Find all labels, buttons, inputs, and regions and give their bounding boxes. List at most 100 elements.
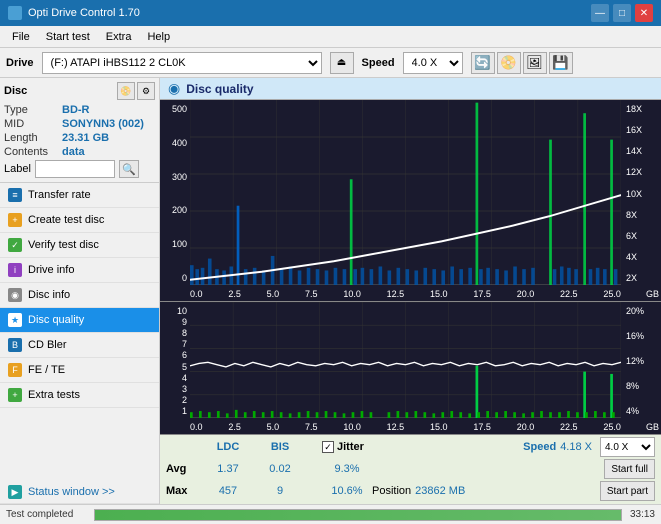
upper-chart-svg (190, 100, 621, 285)
speed-dropdown[interactable]: 4.0 X (600, 437, 655, 457)
sidebar: Disc 📀 ⚙ Type BD-R MID SONYNN3 (002) Len… (0, 78, 160, 504)
disc-info-icon: ◉ (8, 288, 22, 302)
cd-bler-label: CD Bler (28, 339, 67, 351)
drive-bar: Drive (F:) ATAPI iHBS112 2 CL0K ⏏ Speed … (0, 48, 661, 78)
content-area: ◉ Disc quality 500 400 300 200 100 0 18X (160, 78, 661, 504)
bis-col-header: BIS (254, 441, 306, 453)
sidebar-item-disc-quality[interactable]: ★ Disc quality (0, 308, 159, 333)
contents-value: data (62, 146, 85, 158)
lower-chart: 10 9 8 7 6 5 4 3 2 1 20% 16% 12% 8% (160, 302, 661, 434)
drive-info-label: Drive info (28, 264, 74, 276)
start-full-button[interactable]: Start full (604, 459, 655, 479)
contents-label: Contents (4, 146, 62, 158)
total-row: Total 522331 8696 Samples 381452 (166, 503, 655, 504)
menu-help[interactable]: Help (139, 29, 178, 45)
disc-type-row: Type BD-R (4, 104, 155, 116)
menu-extra[interactable]: Extra (98, 29, 140, 45)
sidebar-item-drive-info[interactable]: i Drive info (0, 258, 159, 283)
avg-bis: 0.02 (254, 463, 306, 475)
speed-select[interactable]: 4.0 X (403, 52, 463, 74)
chart-container: 500 400 300 200 100 0 18X 16X 14X 12X 10… (160, 100, 661, 504)
upper-chart: 500 400 300 200 100 0 18X 16X 14X 12X 10… (160, 100, 661, 302)
drive-btn-3[interactable]: 🖼 (523, 52, 547, 74)
disc-quality-title: Disc quality (186, 82, 253, 96)
upper-x-unit: GB (646, 289, 659, 299)
title-bar: Opti Drive Control 1.70 — □ ✕ (0, 0, 661, 26)
menu-file[interactable]: File (4, 29, 38, 45)
status-window-label: Status window >> (28, 486, 115, 498)
menu-bar: File Start test Extra Help (0, 26, 661, 48)
extra-tests-label: Extra tests (28, 389, 80, 401)
lower-x-unit: GB (646, 422, 659, 432)
avg-ldc: 1.37 (202, 463, 254, 475)
disc-length-row: Length 23.31 GB (4, 132, 155, 144)
app-title: Opti Drive Control 1.70 (28, 7, 140, 19)
label-search-button[interactable]: 🔍 (119, 160, 139, 178)
start-part-button[interactable]: Start part (600, 481, 655, 501)
label-input[interactable] (35, 160, 115, 178)
sidebar-item-verify-test-disc[interactable]: ✓ Verify test disc (0, 233, 159, 258)
jitter-col-header: Jitter (337, 441, 364, 453)
extra-tests-icon: + (8, 388, 22, 402)
close-button[interactable]: ✕ (635, 4, 653, 22)
jitter-checkbox[interactable]: ✓ (322, 441, 334, 453)
sidebar-item-extra-tests[interactable]: + Extra tests (0, 383, 159, 408)
progress-bar-fill (95, 510, 621, 520)
samples-label: Samples (372, 503, 415, 504)
disc-info-label: Disc info (28, 289, 70, 301)
fe-te-label: FE / TE (28, 364, 65, 376)
lower-y-axis-right: 20% 16% 12% 8% 4% (623, 306, 661, 416)
drive-btn-4[interactable]: 💾 (549, 52, 573, 74)
disc-icon-2[interactable]: ⚙ (137, 82, 155, 100)
stats-header-row: LDC BIS ✓ Jitter Speed 4.18 X 4.0 X (166, 437, 655, 457)
max-bis: 9 (254, 485, 306, 497)
menu-start-test[interactable]: Start test (38, 29, 98, 45)
maximize-button[interactable]: □ (613, 4, 631, 22)
sidebar-item-fe-te[interactable]: F FE / TE (0, 358, 159, 383)
drive-btn-1[interactable]: 🔄 (471, 52, 495, 74)
nav-items: ≡ Transfer rate + Create test disc ✓ Ver… (0, 183, 159, 481)
verify-test-disc-icon: ✓ (8, 238, 22, 252)
status-window-icon: ▶ (8, 485, 22, 499)
disc-header: Disc 📀 ⚙ (4, 82, 155, 100)
transfer-rate-label: Transfer rate (28, 189, 91, 201)
verify-test-disc-label: Verify test disc (28, 239, 99, 251)
sidebar-item-transfer-rate[interactable]: ≡ Transfer rate (0, 183, 159, 208)
sidebar-item-disc-info[interactable]: ◉ Disc info (0, 283, 159, 308)
sidebar-item-cd-bler[interactable]: B CD Bler (0, 333, 159, 358)
drive-label: Drive (6, 57, 34, 69)
length-label: Length (4, 132, 62, 144)
mid-label: MID (4, 118, 62, 130)
disc-icon-1[interactable]: 📀 (117, 82, 135, 100)
sidebar-item-create-test-disc[interactable]: + Create test disc (0, 208, 159, 233)
status-window-button[interactable]: ▶ Status window >> (0, 481, 159, 504)
eject-button[interactable]: ⏏ (330, 52, 354, 74)
disc-label-row: Label 🔍 (4, 160, 155, 178)
total-ldc: 522331 (202, 503, 254, 504)
status-text: Test completed (6, 509, 86, 520)
label-text: Label (4, 163, 31, 175)
speed-display: 4.18 X (560, 441, 592, 453)
speed-label: Speed (362, 57, 395, 69)
fe-te-icon: F (8, 363, 22, 377)
progress-bar-container (94, 509, 622, 521)
max-jitter: 10.6% (322, 485, 372, 497)
lower-chart-svg (190, 302, 621, 418)
ldc-col-header: LDC (202, 441, 254, 453)
main-layout: Disc 📀 ⚙ Type BD-R MID SONYNN3 (002) Len… (0, 78, 661, 504)
create-test-disc-label: Create test disc (28, 214, 104, 226)
position-label: Position (372, 485, 411, 497)
drive-btn-2[interactable]: 📀 (497, 52, 521, 74)
stats-section: LDC BIS ✓ Jitter Speed 4.18 X 4.0 X Avg (160, 434, 661, 504)
total-bis: 8696 (254, 503, 306, 504)
disc-quality-header: ◉ Disc quality (160, 78, 661, 100)
max-row: Max 457 9 10.6% Position 23862 MB Start … (166, 481, 655, 501)
max-ldc: 457 (202, 485, 254, 497)
disc-icons: 📀 ⚙ (117, 82, 155, 100)
type-value: BD-R (62, 104, 90, 116)
bottom-bar: Test completed 33:13 (0, 504, 661, 524)
minimize-button[interactable]: — (591, 4, 609, 22)
drive-select[interactable]: (F:) ATAPI iHBS112 2 CL0K (42, 52, 322, 74)
length-value: 23.31 GB (62, 132, 109, 144)
avg-jitter: 9.3% (322, 463, 372, 475)
